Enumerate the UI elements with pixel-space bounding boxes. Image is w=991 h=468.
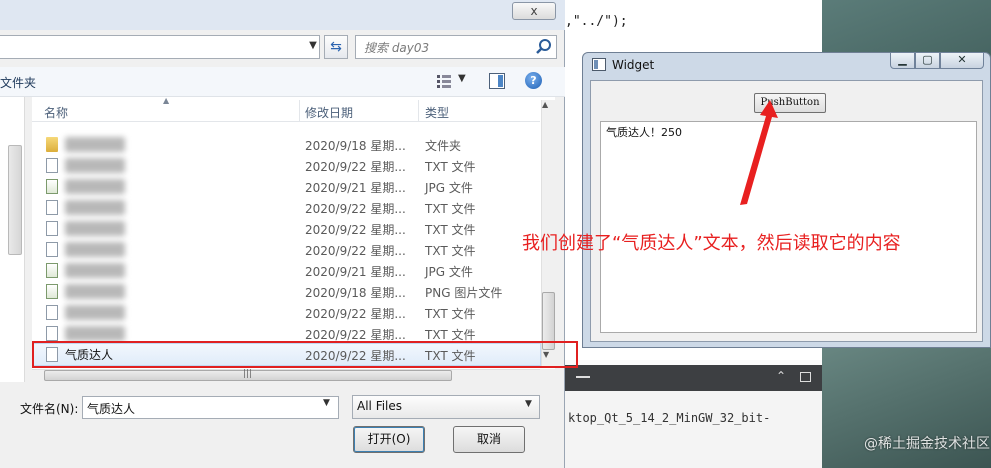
minimize-pane-icon[interactable] (576, 376, 590, 378)
folder-icon (46, 137, 58, 152)
minimize-button[interactable]: ▁ (890, 52, 915, 69)
highlight-rectangle (32, 341, 578, 368)
close-button[interactable]: ✕ (940, 52, 984, 69)
window-title: Widget (612, 58, 655, 72)
text-edit[interactable] (600, 121, 977, 333)
scroll-grip-icon: ||| (243, 369, 253, 379)
file-date: 2020/9/21 星期... (305, 181, 406, 195)
filename-dropdown-icon[interactable]: ▼ (323, 398, 330, 408)
file-date: 2020/9/18 星期... (305, 139, 406, 153)
text-edit-content: 气质达人！250 (606, 126, 682, 139)
text-file-icon (46, 200, 58, 215)
output-pane (560, 391, 822, 468)
column-separator[interactable] (299, 100, 300, 122)
collapse-pane-icon[interactable]: ⌃ (776, 369, 786, 383)
text-file-icon (46, 158, 58, 173)
file-name-blurred (65, 221, 125, 236)
file-row[interactable]: 2020/9/18 星期... PNG 图片文件 (33, 281, 540, 302)
file-type: TXT 文件 (425, 244, 476, 258)
column-header (32, 100, 540, 122)
image-file-icon (46, 284, 58, 299)
file-name-blurred (65, 158, 125, 173)
cancel-button[interactable]: 取消 (453, 426, 525, 453)
column-name[interactable]: 名称 (44, 104, 68, 121)
file-name-blurred (65, 326, 125, 341)
file-name-blurred (65, 137, 125, 152)
view-dropdown-icon[interactable]: ▼ (458, 73, 466, 84)
navigation-scrollbar[interactable] (8, 145, 22, 255)
text-file-icon (46, 326, 58, 341)
code-line: ,"../"); (565, 14, 628, 29)
image-file-icon (46, 263, 58, 278)
window-app-icon (592, 58, 606, 71)
file-date: 2020/9/22 星期... (305, 244, 406, 258)
column-separator[interactable] (418, 100, 419, 122)
text-file-icon (46, 242, 58, 257)
file-name-blurred (65, 179, 125, 194)
search-input[interactable]: 搜索 day03 (355, 35, 557, 59)
column-date-modified[interactable]: 修改日期 (305, 104, 353, 121)
file-type: TXT 文件 (425, 307, 476, 321)
file-row[interactable]: 2020/9/18 星期... 文件夹 (33, 134, 540, 155)
dialog-title-bar (0, 0, 565, 30)
output-pane-header: ⌃ (560, 365, 822, 391)
file-row[interactable]: 2020/9/22 星期... TXT 文件 (33, 155, 540, 176)
file-name-blurred (65, 305, 125, 320)
file-type: TXT 文件 (425, 160, 476, 174)
sort-arrow-icon: ▲ (163, 96, 170, 105)
output-text: ktop_Qt_5_14_2_MinGW_32_bit- (568, 411, 771, 425)
file-type: JPG 文件 (425, 265, 473, 279)
file-row[interactable]: 2020/9/22 星期... TXT 文件 (33, 239, 540, 260)
text-file-icon (46, 305, 58, 320)
annotation-text: 我们创建了“气质达人”文本，然后读取它的内容 (522, 233, 901, 254)
address-bar[interactable] (0, 35, 320, 59)
file-row[interactable]: 2020/9/22 星期... TXT 文件 (33, 218, 540, 239)
view-options-icon[interactable] (436, 73, 452, 89)
file-row[interactable]: 2020/9/21 星期... JPG 文件 (33, 176, 540, 197)
filename-label: 文件名(N): (20, 402, 79, 416)
file-date: 2020/9/22 星期... (305, 307, 406, 321)
file-type: PNG 图片文件 (425, 286, 503, 300)
dialog-toolbar (0, 67, 565, 97)
preview-pane-icon[interactable] (489, 73, 505, 89)
file-type: TXT 文件 (425, 223, 476, 237)
image-file-icon (46, 179, 58, 194)
file-type: TXT 文件 (425, 202, 476, 216)
file-date: 2020/9/22 星期... (305, 202, 406, 216)
file-name-blurred (65, 200, 125, 215)
file-date: 2020/9/18 星期... (305, 286, 406, 300)
push-button[interactable]: PushButton (754, 93, 826, 113)
search-icon[interactable] (535, 38, 553, 56)
dialog-close-button[interactable]: x (512, 2, 556, 20)
chevron-down-icon[interactable]: ▼ (305, 35, 321, 59)
file-type: JPG 文件 (425, 181, 473, 195)
column-type[interactable]: 类型 (425, 104, 449, 121)
scroll-up-icon[interactable]: ▲ (542, 100, 548, 109)
watermark: @稀土掘金技术社区 (864, 436, 990, 452)
file-name-blurred (65, 263, 125, 278)
open-button[interactable]: 打开(O) (353, 426, 425, 453)
file-date: 2020/9/21 星期... (305, 265, 406, 279)
file-name-blurred (65, 284, 125, 299)
file-type: 文件夹 (425, 139, 462, 153)
maximize-button[interactable]: ▢ (915, 52, 940, 69)
file-row[interactable]: 2020/9/22 星期... TXT 文件 (33, 197, 540, 218)
text-file-icon (46, 221, 58, 236)
file-date: 2020/9/22 星期... (305, 160, 406, 174)
new-folder-button[interactable]: 文件夹 (0, 74, 36, 91)
filename-input[interactable]: 气质达人 (82, 396, 339, 419)
file-row[interactable]: 2020/9/21 星期... JPG 文件 (33, 260, 540, 281)
refresh-icon[interactable]: ⇆ (324, 35, 348, 59)
file-row[interactable]: 2020/9/22 星期... TXT 文件 (33, 302, 540, 323)
file-name-blurred (65, 242, 125, 257)
file-date: 2020/9/22 星期... (305, 223, 406, 237)
filetype-dropdown-icon[interactable]: ▼ (525, 399, 532, 409)
help-icon[interactable]: ? (525, 72, 542, 89)
maximize-pane-icon[interactable] (800, 372, 811, 382)
filetype-select[interactable]: All Files (352, 395, 540, 419)
